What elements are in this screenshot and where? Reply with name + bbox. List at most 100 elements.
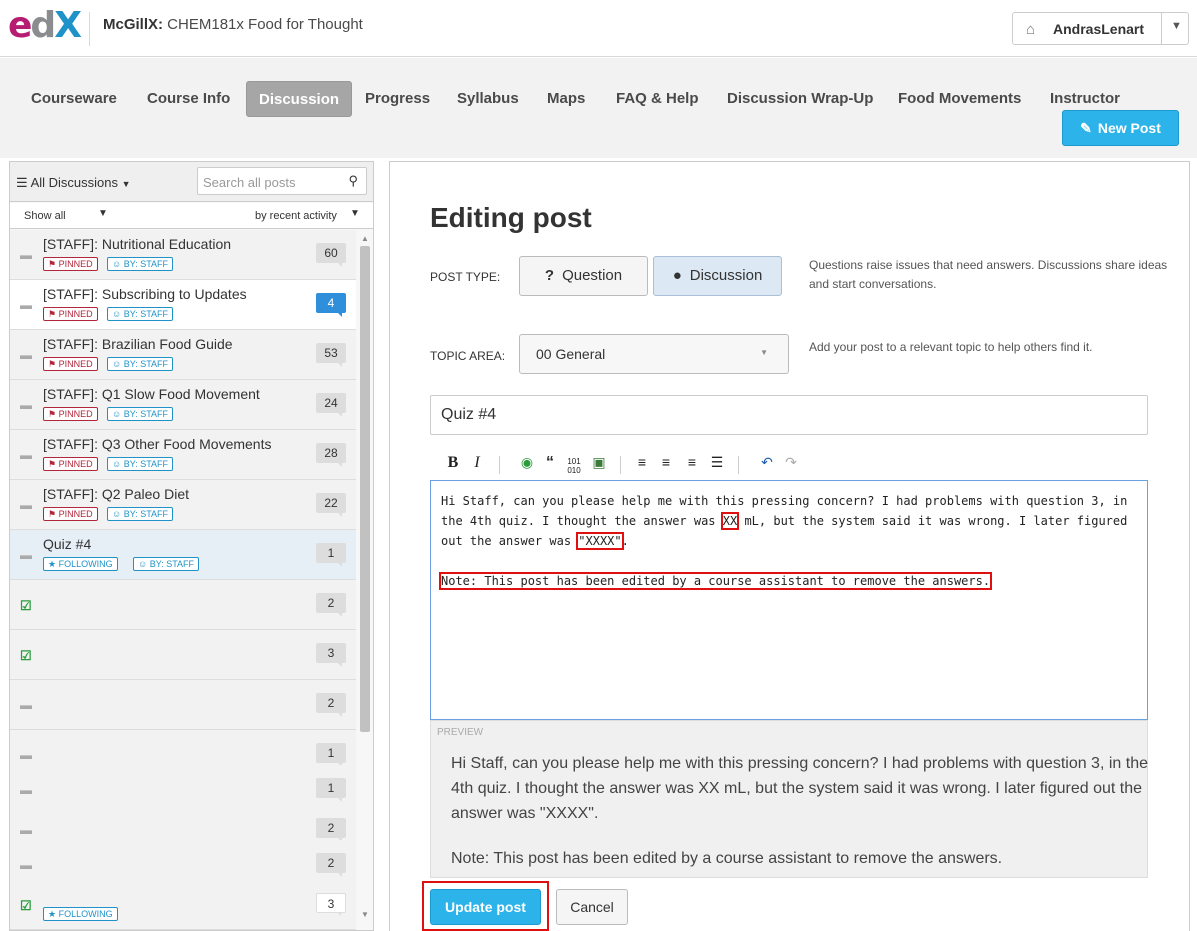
cancel-button[interactable]: Cancel <box>556 889 628 925</box>
tab-course-info[interactable]: Course Info <box>135 81 242 117</box>
scroll-down-icon[interactable]: ▼ <box>361 910 369 919</box>
comment-count: 1 <box>316 778 346 802</box>
user-icon: ☺ <box>112 409 124 419</box>
tab-progress[interactable]: Progress <box>353 81 442 117</box>
comment-icon: ▬ <box>20 298 32 312</box>
bulleted-list-icon[interactable]: ≡ <box>657 454 675 470</box>
preview-text: Hi Staff, can you please help me with th… <box>451 751 1156 871</box>
user-icon: ☺ <box>112 309 124 319</box>
discussion-type-button[interactable]: ● Discussion <box>653 256 782 296</box>
search-placeholder: Search all posts <box>203 175 296 190</box>
comment-count: 53 <box>316 343 346 367</box>
caret-down-icon[interactable]: ▼ <box>98 208 108 219</box>
comment-count: 4 <box>316 293 346 317</box>
sidebar-header: ☰ All Discussions ▼ Search all posts ⚲ <box>10 162 373 202</box>
sidebar-filter-bar: Show all ▼ by recent activity ▼ <box>10 203 373 229</box>
topic-area-select[interactable]: 00 General ▼ <box>519 334 789 374</box>
preview-label: PREVIEW <box>437 727 484 738</box>
sidebar-scrollbar[interactable]: ▲ ▼ <box>359 234 370 924</box>
search-icon[interactable]: ⚲ <box>348 173 358 189</box>
comment-count: 22 <box>316 493 346 517</box>
thread-row[interactable]: ▬ [STAFF]: Q2 Paleo Diet ⚑ PINNED ☺ BY: STA… <box>10 480 356 530</box>
tab-food-movements[interactable]: Food Movements <box>886 81 1033 117</box>
link-icon[interactable]: ◉ <box>518 454 536 471</box>
code-icon[interactable]: 101 010 <box>565 457 583 475</box>
thread-row[interactable]: ▬ Quiz #4 ★ FOLLOWING ☺ BY: STAFF 1 <box>10 530 356 580</box>
comment-icon: ▬ <box>20 748 32 762</box>
image-icon[interactable]: ▣ <box>590 454 608 471</box>
thread-row[interactable]: ▬ [STAFF]: Q3 Other Food Movements ⚑ PINNE… <box>10 430 356 480</box>
user-icon: ☺ <box>112 359 124 369</box>
comment-icon: ▬ <box>20 823 32 837</box>
comment-count: 2 <box>316 693 346 717</box>
comment-icon: ▬ <box>20 248 32 262</box>
post-body-text[interactable]: Hi Staff, can you please help me with th… <box>438 491 1137 591</box>
tab-syllabus[interactable]: Syllabus <box>445 81 531 117</box>
username[interactable]: AndrasLenart <box>1053 21 1144 37</box>
quote-icon[interactable]: “ <box>541 454 559 472</box>
bold-icon[interactable]: B <box>444 454 462 472</box>
tab-discussion-wrap-up[interactable]: Discussion Wrap-Up <box>715 81 885 117</box>
comment-icon: ▬ <box>20 348 32 362</box>
check-icon: ☑ <box>20 898 32 913</box>
heading-icon[interactable]: ≡ <box>683 454 701 470</box>
scroll-up-icon[interactable]: ▲ <box>361 234 369 243</box>
tab-faq-help[interactable]: FAQ & Help <box>604 81 711 117</box>
caret-down-icon[interactable]: ▼ <box>1171 20 1182 32</box>
search-input[interactable]: Search all posts ⚲ <box>197 167 367 195</box>
staff-badge: ☺ BY: STAFF <box>107 507 174 521</box>
tab-discussion[interactable]: Discussion <box>246 81 353 117</box>
page-title: Editing post <box>430 202 592 233</box>
horizontal-rule-icon[interactable]: ☰ <box>708 454 726 471</box>
check-icon: ☑ <box>20 648 32 663</box>
italic-icon[interactable]: I <box>468 454 486 472</box>
thread-title: [STAFF]: Subscribing to Updates <box>43 286 247 302</box>
undo-icon[interactable]: ↶ <box>758 454 776 471</box>
thread-row[interactable]: ▬ 2 <box>10 680 356 730</box>
thread-row[interactable]: ▬ [STAFF]: Nutritional Education ⚑ PINNED ☺… <box>10 230 356 280</box>
thread-row[interactable]: ▬ [STAFF]: Subscribing to Updates ⚑ PINNED… <box>10 280 356 330</box>
thread-row[interactable]: ▬ [STAFF]: Brazilian Food Guide ⚑ PINNED ☺ … <box>10 330 356 380</box>
caret-down-icon[interactable]: ▼ <box>350 208 360 219</box>
staff-badge: ☺ BY: STAFF <box>133 557 200 571</box>
thread-list: ▬ [STAFF]: Nutritional Education ⚑ PINNED ☺… <box>10 230 356 930</box>
edit-post-panel: Editing post POST TYPE: ? Question ● Discu… <box>389 161 1190 931</box>
numbered-list-icon[interactable]: ≡ <box>633 454 651 470</box>
tab-courseware[interactable]: Courseware <box>19 81 129 117</box>
show-filter[interactable]: Show all <box>24 210 66 222</box>
pin-icon: ⚑ <box>48 509 59 519</box>
staff-badge: ☺ BY: STAFF <box>107 257 174 271</box>
comment-icon: ▬ <box>20 398 32 412</box>
edx-logo[interactable]: edX <box>8 8 82 44</box>
all-discussions-menu[interactable]: ☰ All Discussions ▼ <box>16 175 131 191</box>
thread-row[interactable]: ☑ ★ FOLLOWING 3 <box>10 880 356 930</box>
post-title-input[interactable]: Quiz #4 <box>430 395 1148 435</box>
preview-paragraph: Note: This post has been edited by a cou… <box>451 850 1003 867</box>
comment-count: 1 <box>316 743 346 767</box>
user-icon: ☺ <box>138 559 150 569</box>
thread-row[interactable]: ▬ [STAFF]: Q1 Slow Food Movement ⚑ PINNED ☺… <box>10 380 356 430</box>
question-type-button[interactable]: ? Question <box>519 256 648 296</box>
thread-title: [STAFF]: Q2 Paleo Diet <box>43 486 190 502</box>
new-post-button[interactable]: ✎ New Post <box>1062 110 1179 146</box>
tab-maps[interactable]: Maps <box>535 81 597 117</box>
pinned-badge: ⚑ PINNED <box>43 457 98 471</box>
user-menu[interactable]: ⌂ AndrasLenart ▼ <box>1012 12 1189 45</box>
update-post-button[interactable]: Update post <box>430 889 541 925</box>
comment-icon: ▬ <box>20 783 32 797</box>
home-icon[interactable]: ⌂ <box>1026 21 1035 38</box>
thread-row[interactable]: ☑ 3 <box>10 630 356 680</box>
thread-row[interactable]: ☑ 2 <box>10 580 356 630</box>
scrollbar-thumb[interactable] <box>360 246 370 732</box>
discussion-sidebar: ☰ All Discussions ▼ Search all posts ⚲ S… <box>9 161 374 931</box>
sort-filter[interactable]: by recent activity <box>255 210 337 222</box>
edit-icon: ✎ <box>1080 120 1092 136</box>
comment-count: 3 <box>316 643 346 667</box>
comment-count: 24 <box>316 393 346 417</box>
pin-icon: ⚑ <box>48 409 59 419</box>
comment-count: 2 <box>316 853 346 877</box>
post-body-editor[interactable]: Hi Staff, can you please help me with th… <box>430 480 1148 720</box>
star-icon: ★ <box>48 909 59 919</box>
redo-icon[interactable]: ↷ <box>782 454 800 471</box>
comment-count: 2 <box>316 818 346 842</box>
